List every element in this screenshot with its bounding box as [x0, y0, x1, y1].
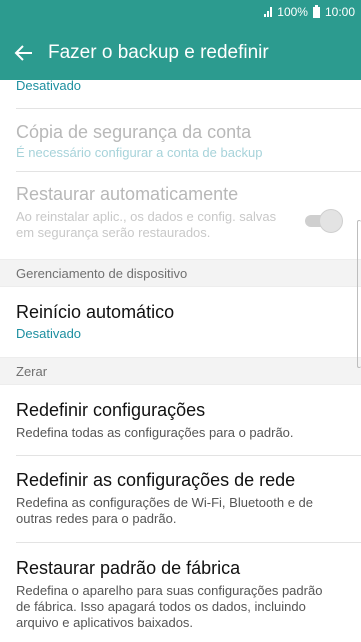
status-bar: 100% 10:00 — [264, 4, 355, 20]
factory-reset-title: Restaurar padrão de fábrica — [16, 558, 241, 578]
app-header: 100% 10:00 Fazer o backup e redefinir — [0, 0, 361, 80]
arrow-left-icon — [14, 45, 32, 61]
auto-restore-item[interactable]: Restaurar automaticamente Ao reinstalar … — [0, 172, 361, 259]
auto-restart-value: Desativado — [16, 326, 82, 341]
settings-list[interactable]: Desativado Cópia de segurança da conta É… — [0, 80, 361, 642]
factory-reset-item[interactable]: Restaurar padrão de fábrica Redefina o a… — [0, 543, 361, 642]
reset-network-item[interactable]: Redefinir as configurações de rede Redef… — [0, 456, 361, 542]
auto-restore-subtitle: Ao reinstalar aplic., os dados e config.… — [16, 209, 277, 240]
auto-restart-item[interactable]: Reinício automático Desativado — [0, 287, 361, 357]
partial-item-value: Desativado — [16, 80, 82, 93]
reset-network-subtitle: Redefina as configurações de Wi-Fi, Blue… — [16, 495, 314, 526]
auto-restore-title: Restaurar automaticamente — [16, 184, 239, 204]
scrollbar[interactable] — [357, 220, 361, 368]
auto-restore-toggle[interactable] — [305, 209, 343, 233]
section-header-reset: Zerar — [0, 357, 361, 385]
partial-item[interactable]: Desativado — [0, 80, 361, 93]
account-backup-subtitle: É necessário configurar a conta de backu… — [16, 145, 263, 160]
reset-network-title: Redefinir as configurações de rede — [16, 470, 296, 490]
factory-reset-subtitle: Redefina o aparelho para suas configuraç… — [16, 583, 323, 630]
title-bar: Fazer o backup e redefinir — [0, 32, 361, 74]
battery-icon — [312, 4, 320, 18]
account-backup-title: Cópia de segurança da conta — [16, 122, 252, 142]
battery-level: 100% — [277, 5, 308, 19]
section-header-device-management: Gerenciamento de dispositivo — [0, 259, 361, 287]
reset-settings-subtitle: Redefina todas as configurações para o p… — [16, 425, 294, 440]
backup-reset-screen: 100% 10:00 Fazer o backup e redefinir De… — [0, 0, 361, 642]
signal-icon — [264, 7, 273, 17]
toggle-knob — [319, 209, 343, 233]
auto-restart-title: Reinício automático — [16, 302, 175, 322]
reset-settings-title: Redefinir configurações — [16, 400, 206, 420]
back-button[interactable] — [0, 32, 48, 74]
page-title: Fazer o backup e redefinir — [48, 42, 269, 63]
status-time: 10:00 — [324, 5, 355, 19]
account-backup-item[interactable]: Cópia de segurança da conta É necessário… — [0, 109, 361, 168]
reset-settings-item[interactable]: Redefinir configurações Redefina todas a… — [0, 385, 361, 455]
